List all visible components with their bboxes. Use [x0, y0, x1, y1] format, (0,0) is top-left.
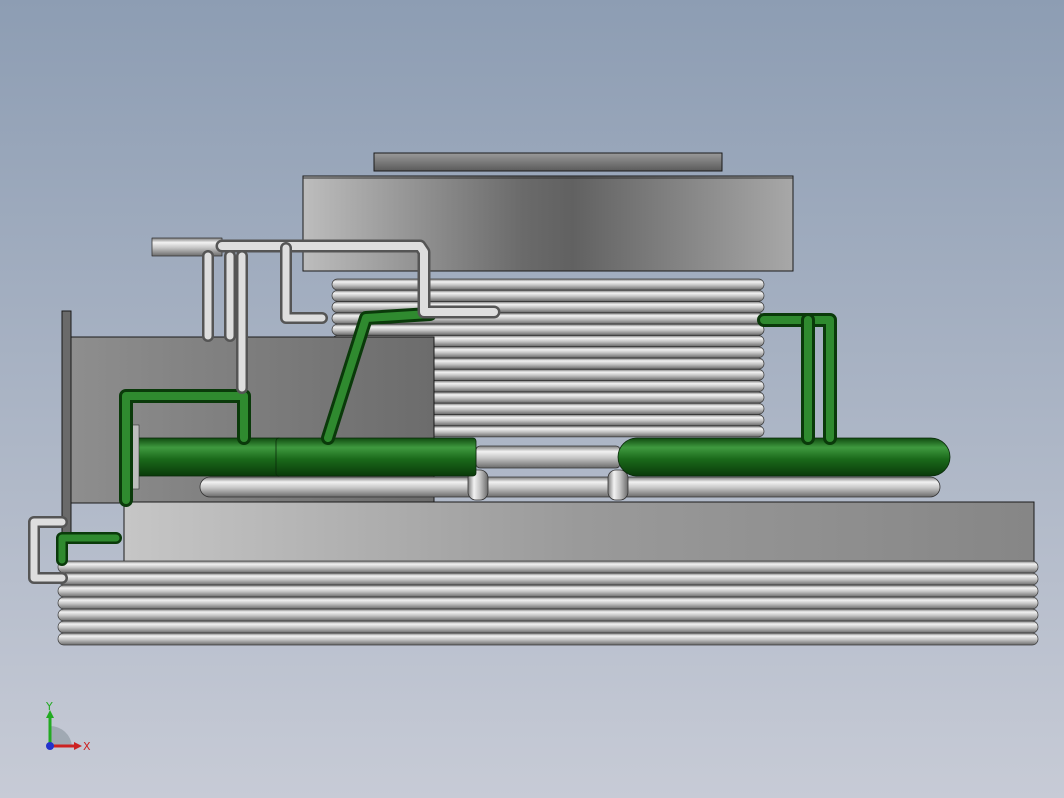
horizontal-pipe	[199, 476, 941, 498]
coil-turn	[57, 596, 1039, 610]
connector-pipe	[475, 445, 621, 469]
coil-turn	[331, 323, 765, 336]
coil-turn	[57, 560, 1039, 574]
green-header-mid	[275, 437, 477, 477]
cad-viewport-canvas[interactable]: Y X	[0, 0, 1064, 798]
header-flange	[131, 424, 140, 490]
coil-turn	[57, 584, 1039, 598]
green-header-left	[136, 437, 280, 477]
top-housing[interactable]	[302, 152, 794, 272]
panel-plate	[61, 310, 72, 540]
lower-coil[interactable]	[57, 560, 1039, 646]
y-axis-label: Y	[45, 700, 53, 713]
coil-turn	[57, 620, 1039, 634]
green-header-right	[617, 437, 951, 477]
pipe-elbow	[607, 469, 629, 501]
x-axis-label: X	[83, 740, 91, 753]
coil-turn	[57, 632, 1039, 646]
housing-lid	[373, 152, 723, 172]
base-block[interactable]	[123, 501, 1035, 563]
z-axis-dot	[46, 742, 54, 750]
coil-turn	[331, 289, 765, 302]
coil-turn	[57, 608, 1039, 622]
cad-viewport[interactable]: Y X	[0, 0, 1064, 798]
coil-turn	[331, 278, 765, 291]
coil-turn	[57, 572, 1039, 586]
housing-body	[302, 175, 794, 272]
